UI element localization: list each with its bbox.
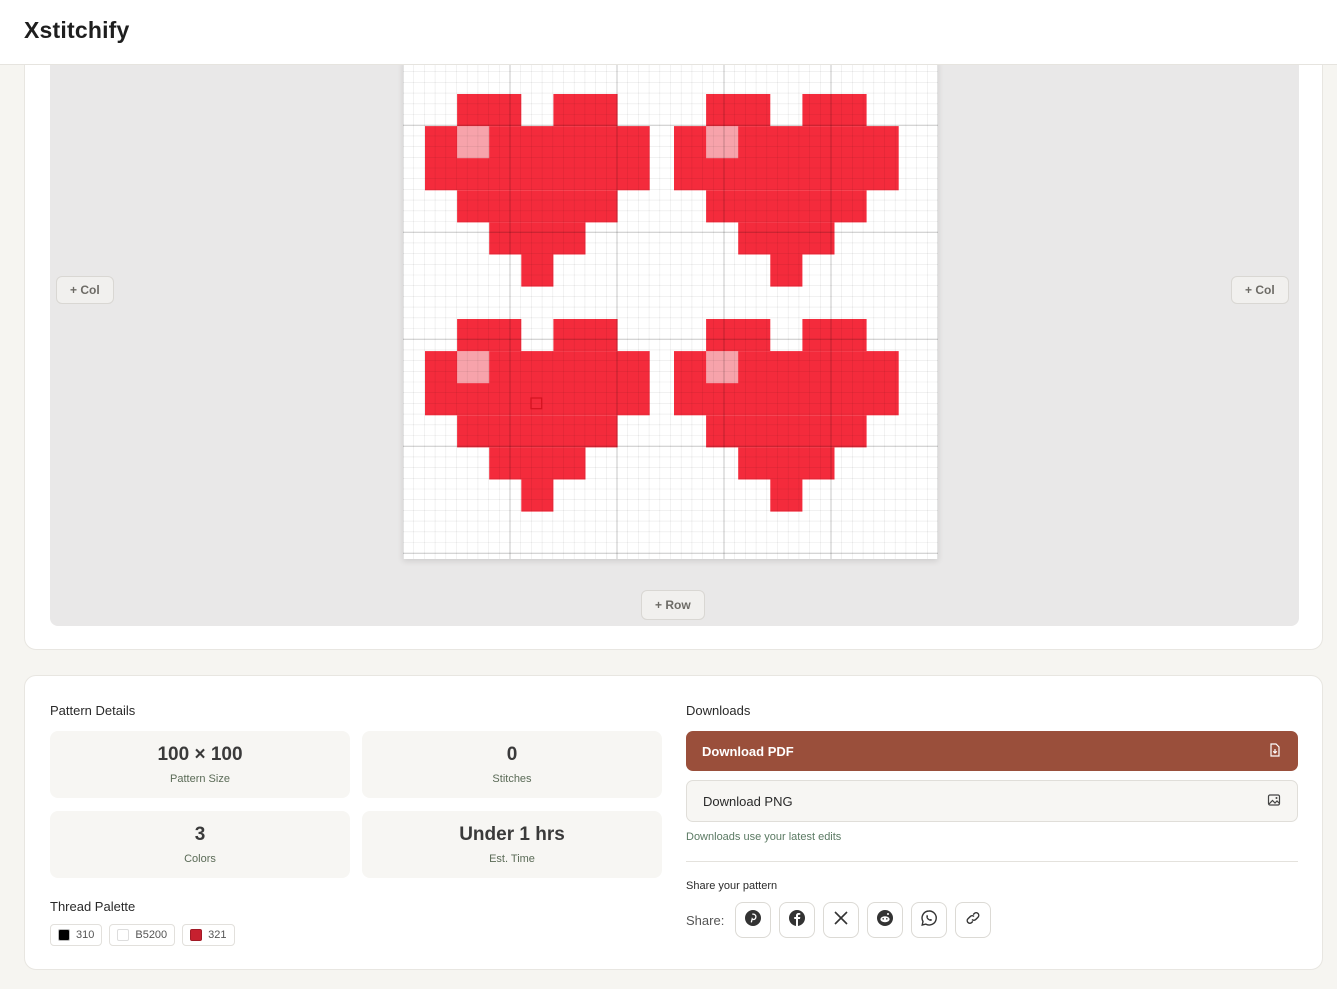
- stat-value: 0: [506, 744, 518, 765]
- stat-value: 100 × 100: [157, 744, 243, 765]
- downloads-note: Downloads use your latest edits: [686, 831, 842, 843]
- thread-swatch-321[interactable]: 321: [182, 924, 235, 946]
- heart-stitch: [553, 319, 618, 352]
- color-chip: [58, 929, 70, 941]
- share-copy-link-button[interactable]: [955, 902, 991, 938]
- pattern-grid-svg[interactable]: [403, 61, 938, 559]
- stat-est-time: Under 1 hrs Est. Time: [362, 811, 662, 878]
- heart-stitch: [706, 415, 867, 448]
- heart-stitch: [770, 479, 803, 512]
- thread-code: B5200: [135, 929, 168, 941]
- share-x-button[interactable]: [823, 902, 859, 938]
- download-png-button[interactable]: Download PNG: [686, 780, 1298, 822]
- file-download-icon: [1268, 742, 1282, 760]
- heart-stitch: [489, 447, 586, 480]
- share-buttons: [735, 902, 991, 938]
- add-row-button[interactable]: + Row: [641, 590, 705, 620]
- color-chip: [117, 929, 130, 941]
- divider: [686, 861, 1298, 862]
- share-label: Share:: [686, 913, 725, 928]
- editor-card: + Col + Col + Row: [24, 40, 1323, 650]
- heart-stitch: [457, 319, 522, 352]
- share-facebook-button[interactable]: [779, 902, 815, 938]
- thread-palette-title: Thread Palette: [50, 899, 136, 914]
- share-title: Share your pattern: [686, 880, 778, 892]
- stat-value: Under 1 hrs: [459, 824, 565, 845]
- heart-highlight-stitch: [706, 351, 739, 384]
- download-png-label: Download PNG: [703, 793, 793, 809]
- app-logo[interactable]: Xstitchify: [24, 17, 130, 44]
- heart-highlight-stitch: [457, 351, 490, 384]
- reddit-icon: [876, 909, 894, 932]
- thread-code: 321: [208, 929, 227, 941]
- whatsapp-icon: [920, 909, 938, 932]
- stat-label: Pattern Size: [170, 773, 230, 785]
- heart-stitch: [802, 94, 867, 127]
- stat-colors: 3 Colors: [50, 811, 350, 878]
- downloads-title: Downloads: [686, 703, 751, 718]
- stat-label: Stitches: [492, 773, 532, 785]
- stat-value: 3: [194, 824, 206, 845]
- stat-label: Est. Time: [489, 853, 535, 865]
- share-whatsapp-button[interactable]: [911, 902, 947, 938]
- stat-stitches: 0 Stitches: [362, 731, 662, 798]
- share-pinterest-button[interactable]: [735, 902, 771, 938]
- stat-label: Colors: [184, 853, 216, 865]
- heart-highlight-stitch: [706, 126, 739, 159]
- details-card: Pattern Details 100 × 100 Pattern Size 0…: [24, 675, 1323, 970]
- pattern-canvas-area: + Col + Col + Row: [50, 61, 1299, 626]
- heart-stitch: [457, 415, 618, 448]
- stat-pattern-size: 100 × 100 Pattern Size: [50, 731, 350, 798]
- heart-stitch: [706, 190, 867, 223]
- heart-stitch: [802, 319, 867, 352]
- x-icon: [833, 910, 849, 931]
- link-icon: [965, 910, 981, 931]
- heart-stitch: [457, 190, 618, 223]
- heart-stitch: [489, 222, 586, 255]
- facebook-icon: [788, 909, 806, 932]
- thread-palette: 310 B5200 321: [50, 924, 235, 946]
- thread-swatch-310[interactable]: 310: [50, 924, 103, 946]
- heart-stitch: [553, 94, 618, 127]
- heart-stitch: [521, 254, 554, 287]
- image-icon: [1267, 793, 1281, 810]
- heart-highlight-stitch: [457, 126, 490, 159]
- add-col-right-button[interactable]: + Col: [1231, 276, 1289, 304]
- add-col-left-button[interactable]: + Col: [56, 276, 114, 304]
- heart-stitch: [706, 319, 771, 352]
- top-bar: Xstitchify: [0, 0, 1337, 65]
- color-chip: [190, 929, 203, 941]
- heart-stitch: [521, 479, 554, 512]
- heart-stitch: [706, 94, 771, 127]
- thread-swatch-b5200[interactable]: B5200: [109, 924, 176, 946]
- pinterest-icon: [744, 909, 762, 932]
- pattern-details-title: Pattern Details: [50, 703, 136, 718]
- download-pdf-label: Download PDF: [702, 743, 794, 759]
- heart-stitch: [457, 94, 522, 127]
- download-pdf-button[interactable]: Download PDF: [686, 731, 1298, 771]
- thread-code: 310: [76, 929, 95, 941]
- heart-stitch: [770, 254, 803, 287]
- share-reddit-button[interactable]: [867, 902, 903, 938]
- pattern-grid[interactable]: [403, 61, 938, 559]
